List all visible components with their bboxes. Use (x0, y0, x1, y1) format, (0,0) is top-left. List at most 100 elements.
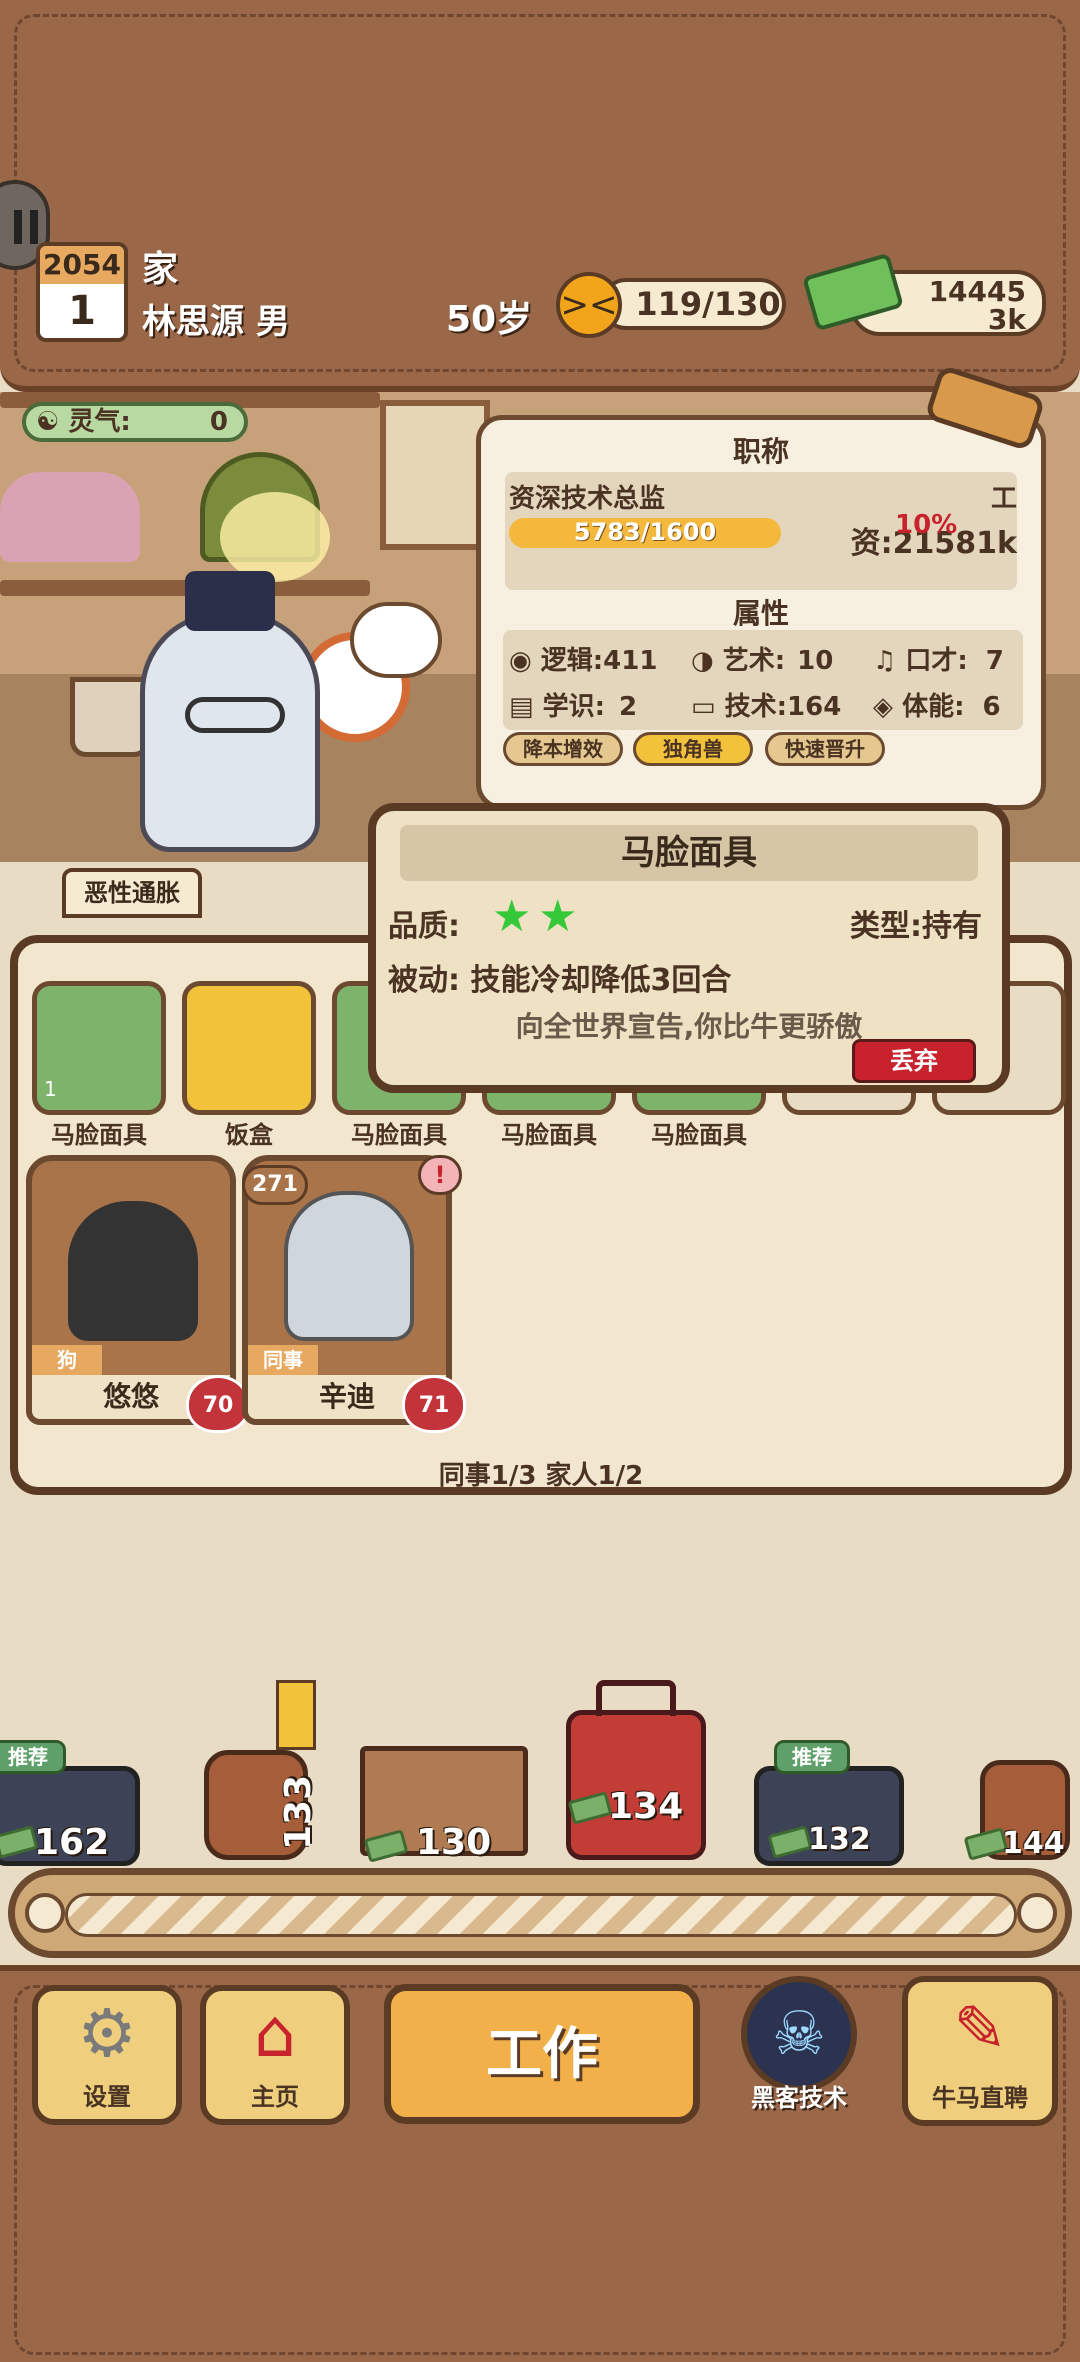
window (380, 400, 490, 550)
home-button[interactable]: ⌂ 主页 (200, 1985, 350, 2125)
top-hat-icon (185, 571, 275, 631)
calendar[interactable]: 2054 1 (36, 242, 128, 342)
trait-tag-fast-promotion[interactable]: 快速晋升 (765, 732, 885, 766)
music-note-icon: ♫ (873, 646, 897, 676)
passive-effect: 被动: 技能冷却降低3回合 (388, 963, 732, 998)
skull-icon: ☠ (741, 1976, 857, 2092)
house-icon: ⌂ (254, 1995, 296, 2072)
calendar-year: 2054 (40, 246, 124, 284)
tooltip-title: 马脸面具 (400, 825, 978, 881)
recommend-badge: 推荐 (0, 1740, 66, 1774)
conveyor-item-4[interactable]: 134 (566, 1670, 706, 1870)
calendar-day: 1 (68, 288, 96, 334)
item-label: 马脸面具 (501, 1121, 597, 1149)
trait-tag-unicorn[interactable]: 独角兽 (633, 732, 753, 766)
character-role: 狗 (32, 1345, 102, 1375)
item-price: 130 (416, 1822, 492, 1863)
roller-icon (25, 1893, 65, 1933)
settings-label: 设置 (83, 2083, 131, 2111)
coffee-thought-bubble (350, 602, 442, 678)
inventory-item-2[interactable]: 饭盒 (182, 981, 324, 1150)
luck-label: 灵气: (68, 407, 131, 437)
brain-icon: ◉ (509, 646, 532, 676)
tag-icon (276, 1680, 316, 1750)
item-type: 类型:持有 (850, 909, 982, 944)
bento-box-icon (182, 981, 316, 1115)
conveyor-item-1[interactable]: 推荐 162 (0, 1740, 150, 1870)
recruit-button[interactable]: ✎ 牛马直聘 (902, 1976, 1058, 2126)
attr-eloquence: ♫ 口才: 7 (873, 646, 1004, 676)
settings-button[interactable]: ⚙ 设置 (32, 1985, 182, 2125)
luck-icon: ☯ (36, 407, 60, 437)
suitcase-handle (596, 1680, 676, 1716)
item-label: 饭盒 (225, 1121, 273, 1149)
item-tooltip: 马脸面具 品质: ★ ★ 类型:持有 被动: 技能冷却降低3回合 向全世界宣告,… (368, 803, 1010, 1093)
hacker-label: 黑客技术 (751, 2084, 847, 2112)
status-tag[interactable]: 恶性通胀 (62, 868, 202, 918)
attr-stamina: ◈ 体能: 6 (873, 692, 1001, 722)
star-icon: ★ (538, 891, 578, 942)
work-label: 工作 (486, 2022, 598, 2087)
attr-knowledge: ▤ 学识: 2 (509, 692, 638, 722)
trait-tag-cost-cut[interactable]: 降本增效 (503, 732, 623, 766)
level-badge: 271 (242, 1165, 308, 1205)
status-tag-label: 恶性通胀 (84, 879, 180, 907)
recommend-badge: 推荐 (774, 1740, 850, 1774)
discard-button[interactable]: 丢弃 (852, 1039, 976, 1083)
conveyor-item-2[interactable]: 133 (200, 1680, 330, 1870)
glasses-icon (185, 697, 285, 733)
job-attribute-card: 职称 资深技术总监 工 5783/1600 资:21581k 10% 属性 ◉ … (476, 415, 1046, 810)
pencil-cup (70, 677, 150, 757)
job-progress-bar: 5783/1600 (509, 518, 781, 548)
item-count: 1 (44, 1077, 57, 1101)
luck-bar: ☯ 灵气: 0 (22, 402, 248, 442)
stamina-bar: 119/130 (600, 278, 786, 330)
conveyor-item-5[interactable]: 推荐 132 (754, 1740, 914, 1870)
conveyor-belt (8, 1868, 1072, 1958)
inventory-item-1[interactable]: 1 马脸面具 (32, 981, 174, 1150)
item-price: 162 (34, 1822, 110, 1863)
recruit-label: 牛马直聘 (932, 2084, 1028, 2112)
lips-icon: ◑ (691, 646, 714, 676)
gear-icon: ⚙ (77, 1995, 137, 2072)
roller-icon (1017, 1893, 1057, 1933)
black-dog-icon (68, 1201, 198, 1341)
item-price: 133 (278, 1774, 319, 1850)
stamina-face-icon: >< (556, 272, 622, 338)
attributes-grid: ◉ 逻辑:411 ◑ 艺术: 10 ♫ 口才: 7 ▤ 学识: 2 ▭ 技术:164 … (503, 630, 1023, 730)
item-label: 马脸面具 (51, 1121, 147, 1149)
heart-badge: 71 (402, 1375, 466, 1433)
location-label: 家 (142, 249, 179, 290)
conveyor-item-6[interactable]: 144 (963, 1760, 1080, 1870)
team-summary: 同事1/3 家人1/2 (438, 1461, 644, 1491)
alert-bubble[interactable]: ! (418, 1155, 462, 1195)
work-button[interactable]: 工作 (384, 1984, 700, 2124)
suitcase-icon (566, 1710, 706, 1860)
book-icon: ▤ (509, 692, 534, 722)
player-name: 林思源 男 (142, 302, 290, 342)
character-role: 同事 (248, 1345, 318, 1375)
heart-badge: 70 (186, 1375, 250, 1433)
attributes-header: 属性 (732, 597, 789, 630)
item-label: 马脸面具 (351, 1121, 447, 1149)
job-progress-text: 5783/1600 (573, 518, 717, 546)
plush-toys (0, 472, 140, 562)
shield-icon: ◈ (873, 692, 893, 722)
job-title: 资深技术总监 (509, 484, 666, 514)
item-price: 132 (808, 1822, 871, 1857)
quality-label: 品质: (388, 909, 460, 944)
pause-icon (14, 210, 38, 244)
item-price: 144 (1002, 1826, 1065, 1861)
attr-tech: ▭ 技术:164 (691, 692, 842, 722)
job-type-tag: 工 (990, 484, 1017, 514)
lamp-light (220, 492, 330, 582)
hacker-button[interactable]: ☠ 黑客技术 (734, 1976, 864, 2116)
player-character[interactable] (140, 571, 320, 852)
job-title-header: 职称 (732, 435, 789, 468)
clipboard-icon: ✎ (953, 1993, 1007, 2067)
attr-logic: ◉ 逻辑:411 (509, 646, 658, 676)
player-age: 50岁 (446, 299, 533, 340)
salary-bonus: 10% (895, 510, 958, 540)
conveyor-item-3[interactable]: 130 (360, 1740, 530, 1870)
star-icon: ★ (492, 891, 532, 942)
